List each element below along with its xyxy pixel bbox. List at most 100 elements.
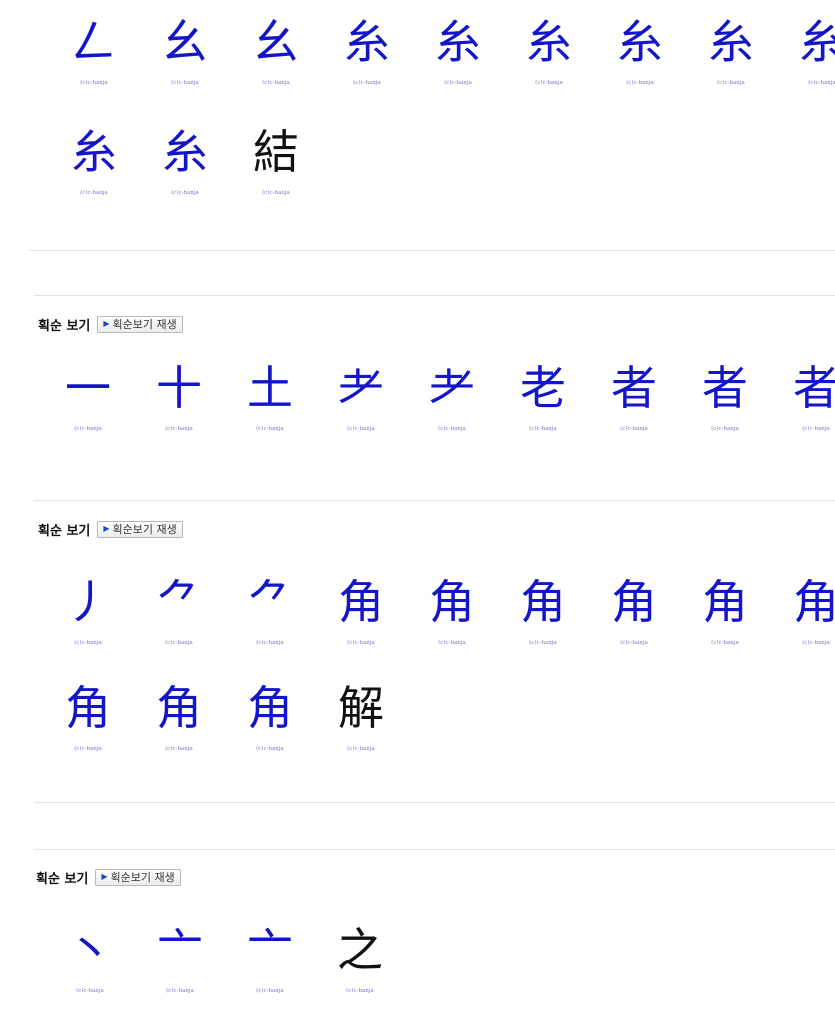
stroke-frame: 角 (c)c-hanja: [321, 566, 401, 652]
copyright-credit: (c)c-hanja: [74, 640, 102, 646]
stroke-glyph: 角: [793, 575, 835, 629]
stroke-frame: ⺈ (c)c-hanja: [139, 566, 219, 652]
copyright-credit: (c)c-hanja: [256, 426, 284, 432]
stroke-frame: ⺈ (c)c-hanja: [230, 566, 310, 652]
stroke-frame: 糸 (c)c-hanja: [509, 6, 589, 92]
section-title: 획순 보기: [36, 871, 89, 887]
stroke-order-header: 획순 보기 ▶ 획순보기 재생: [38, 314, 183, 334]
stroke-glyph: 幺: [162, 15, 208, 69]
stroke-order-header: 획순 보기 ▶ 획순보기 재생: [38, 519, 183, 539]
copyright-credit: (c)c-hanja: [74, 426, 102, 432]
stroke-glyph: ⺈: [247, 575, 293, 629]
stroke-glyph: 糸: [526, 15, 572, 69]
copyright-credit: (c)c-hanja: [444, 80, 472, 86]
section-divider: [34, 500, 835, 501]
copyright-credit: (c)c-hanja: [529, 640, 557, 646]
stroke-glyph: 糸: [799, 15, 835, 69]
copyright-credit: (c)c-hanja: [256, 640, 284, 646]
section-title: 획순 보기: [38, 318, 91, 334]
stroke-frame: 亠 (c)c-hanja: [140, 914, 220, 1000]
stroke-frame: 糸 (c)c-hanja: [145, 116, 225, 202]
stroke-frame: 角 (c)c-hanja: [685, 566, 765, 652]
stroke-glyph: 角: [429, 575, 475, 629]
stroke-frame: 土 (c)c-hanja: [230, 352, 310, 438]
copyright-credit: (c)c-hanja: [171, 80, 199, 86]
copyright-credit: (c)c-hanja: [353, 80, 381, 86]
copyright-credit: (c)c-hanja: [256, 988, 284, 994]
stroke-glyph: 角: [338, 575, 384, 629]
copyright-credit: (c)c-hanja: [535, 80, 563, 86]
copyright-credit: (c)c-hanja: [171, 190, 199, 196]
section-divider: [34, 802, 835, 803]
stroke-frame: 糸 (c)c-hanja: [600, 6, 680, 92]
stroke-frame: 角 (c)c-hanja: [230, 672, 310, 758]
stroke-frame: 丶 (c)c-hanja: [50, 914, 130, 1000]
stroke-glyph: 耂: [429, 361, 475, 415]
stroke-frame: 丿 (c)c-hanja: [48, 566, 128, 652]
stroke-frame: 幺 (c)c-hanja: [236, 6, 316, 92]
stroke-glyph: 丿: [65, 575, 111, 629]
copyright-credit: (c)c-hanja: [262, 80, 290, 86]
copyright-credit: (c)c-hanja: [74, 746, 102, 752]
play-button-label: 획순보기 재생: [112, 318, 177, 331]
stroke-frame: 者 (c)c-hanja: [594, 352, 674, 438]
stroke-frame: 角 (c)c-hanja: [776, 566, 835, 652]
copyright-credit: (c)c-hanja: [620, 640, 648, 646]
stroke-frame: 糸 (c)c-hanja: [327, 6, 407, 92]
stroke-frame: 老 (c)c-hanja: [503, 352, 583, 438]
stroke-glyph: 者: [702, 361, 748, 415]
stroke-frame: 糸 (c)c-hanja: [691, 6, 771, 92]
stroke-frame: 角 (c)c-hanja: [139, 672, 219, 758]
copyright-credit: (c)c-hanja: [717, 80, 745, 86]
stroke-frame: 之 (c)c-hanja: [320, 914, 400, 1000]
stroke-frame: 者 (c)c-hanja: [776, 352, 835, 438]
stroke-glyph: 角: [702, 575, 748, 629]
play-button-label: 획순보기 재생: [110, 871, 175, 884]
stroke-glyph: 一: [65, 361, 111, 415]
play-icon: ▶: [103, 319, 110, 328]
copyright-credit: (c)c-hanja: [438, 640, 466, 646]
stroke-glyph: 糸: [344, 15, 390, 69]
copyright-credit: (c)c-hanja: [711, 426, 739, 432]
copyright-credit: (c)c-hanja: [80, 80, 108, 86]
play-stroke-order-button[interactable]: ▶ 획순보기 재생: [97, 315, 183, 333]
stroke-glyph: 角: [65, 681, 111, 735]
section-divider: [28, 250, 835, 251]
copyright-credit: (c)c-hanja: [165, 640, 193, 646]
copyright-credit: (c)c-hanja: [802, 426, 830, 432]
stroke-frame: 糸 (c)c-hanja: [54, 116, 134, 202]
stroke-frame: 糸 (c)c-hanja: [782, 6, 835, 92]
stroke-glyph: 糸: [617, 15, 663, 69]
stroke-glyph: 者: [793, 361, 835, 415]
copyright-credit: (c)c-hanja: [165, 426, 193, 432]
stroke-glyph: 角: [156, 681, 202, 735]
stroke-glyph: 角: [247, 681, 293, 735]
stroke-glyph: 角: [520, 575, 566, 629]
copyright-credit: (c)c-hanja: [165, 746, 193, 752]
stroke-glyph: 老: [520, 361, 566, 415]
play-stroke-order-button[interactable]: ▶ 획순보기 재생: [97, 520, 183, 538]
copyright-credit: (c)c-hanja: [347, 426, 375, 432]
stroke-glyph: 角: [611, 575, 657, 629]
stroke-glyph: 糸: [708, 15, 754, 69]
play-icon: ▶: [103, 524, 110, 533]
stroke-frame: 糸 (c)c-hanja: [418, 6, 498, 92]
play-stroke-order-button[interactable]: ▶ 획순보기 재생: [95, 868, 181, 886]
stroke-glyph: 丶: [67, 923, 113, 977]
copyright-credit: (c)c-hanja: [802, 640, 830, 646]
stroke-frame: 角 (c)c-hanja: [503, 566, 583, 652]
section-divider: [34, 849, 835, 850]
copyright-credit: (c)c-hanja: [347, 746, 375, 752]
stroke-frame: 亠 (c)c-hanja: [230, 914, 310, 1000]
stroke-frame: 角 (c)c-hanja: [594, 566, 674, 652]
stroke-frame: 耂 (c)c-hanja: [412, 352, 492, 438]
copyright-credit: (c)c-hanja: [346, 988, 374, 994]
copyright-credit: (c)c-hanja: [626, 80, 654, 86]
stroke-glyph: 幺: [253, 15, 299, 69]
stroke-glyph: 糸: [71, 125, 117, 179]
stroke-glyph-complete: 之: [337, 923, 383, 977]
stroke-glyph: 土: [247, 361, 293, 415]
section-title: 획순 보기: [38, 523, 91, 539]
play-button-label: 획순보기 재생: [112, 523, 177, 536]
copyright-credit: (c)c-hanja: [711, 640, 739, 646]
